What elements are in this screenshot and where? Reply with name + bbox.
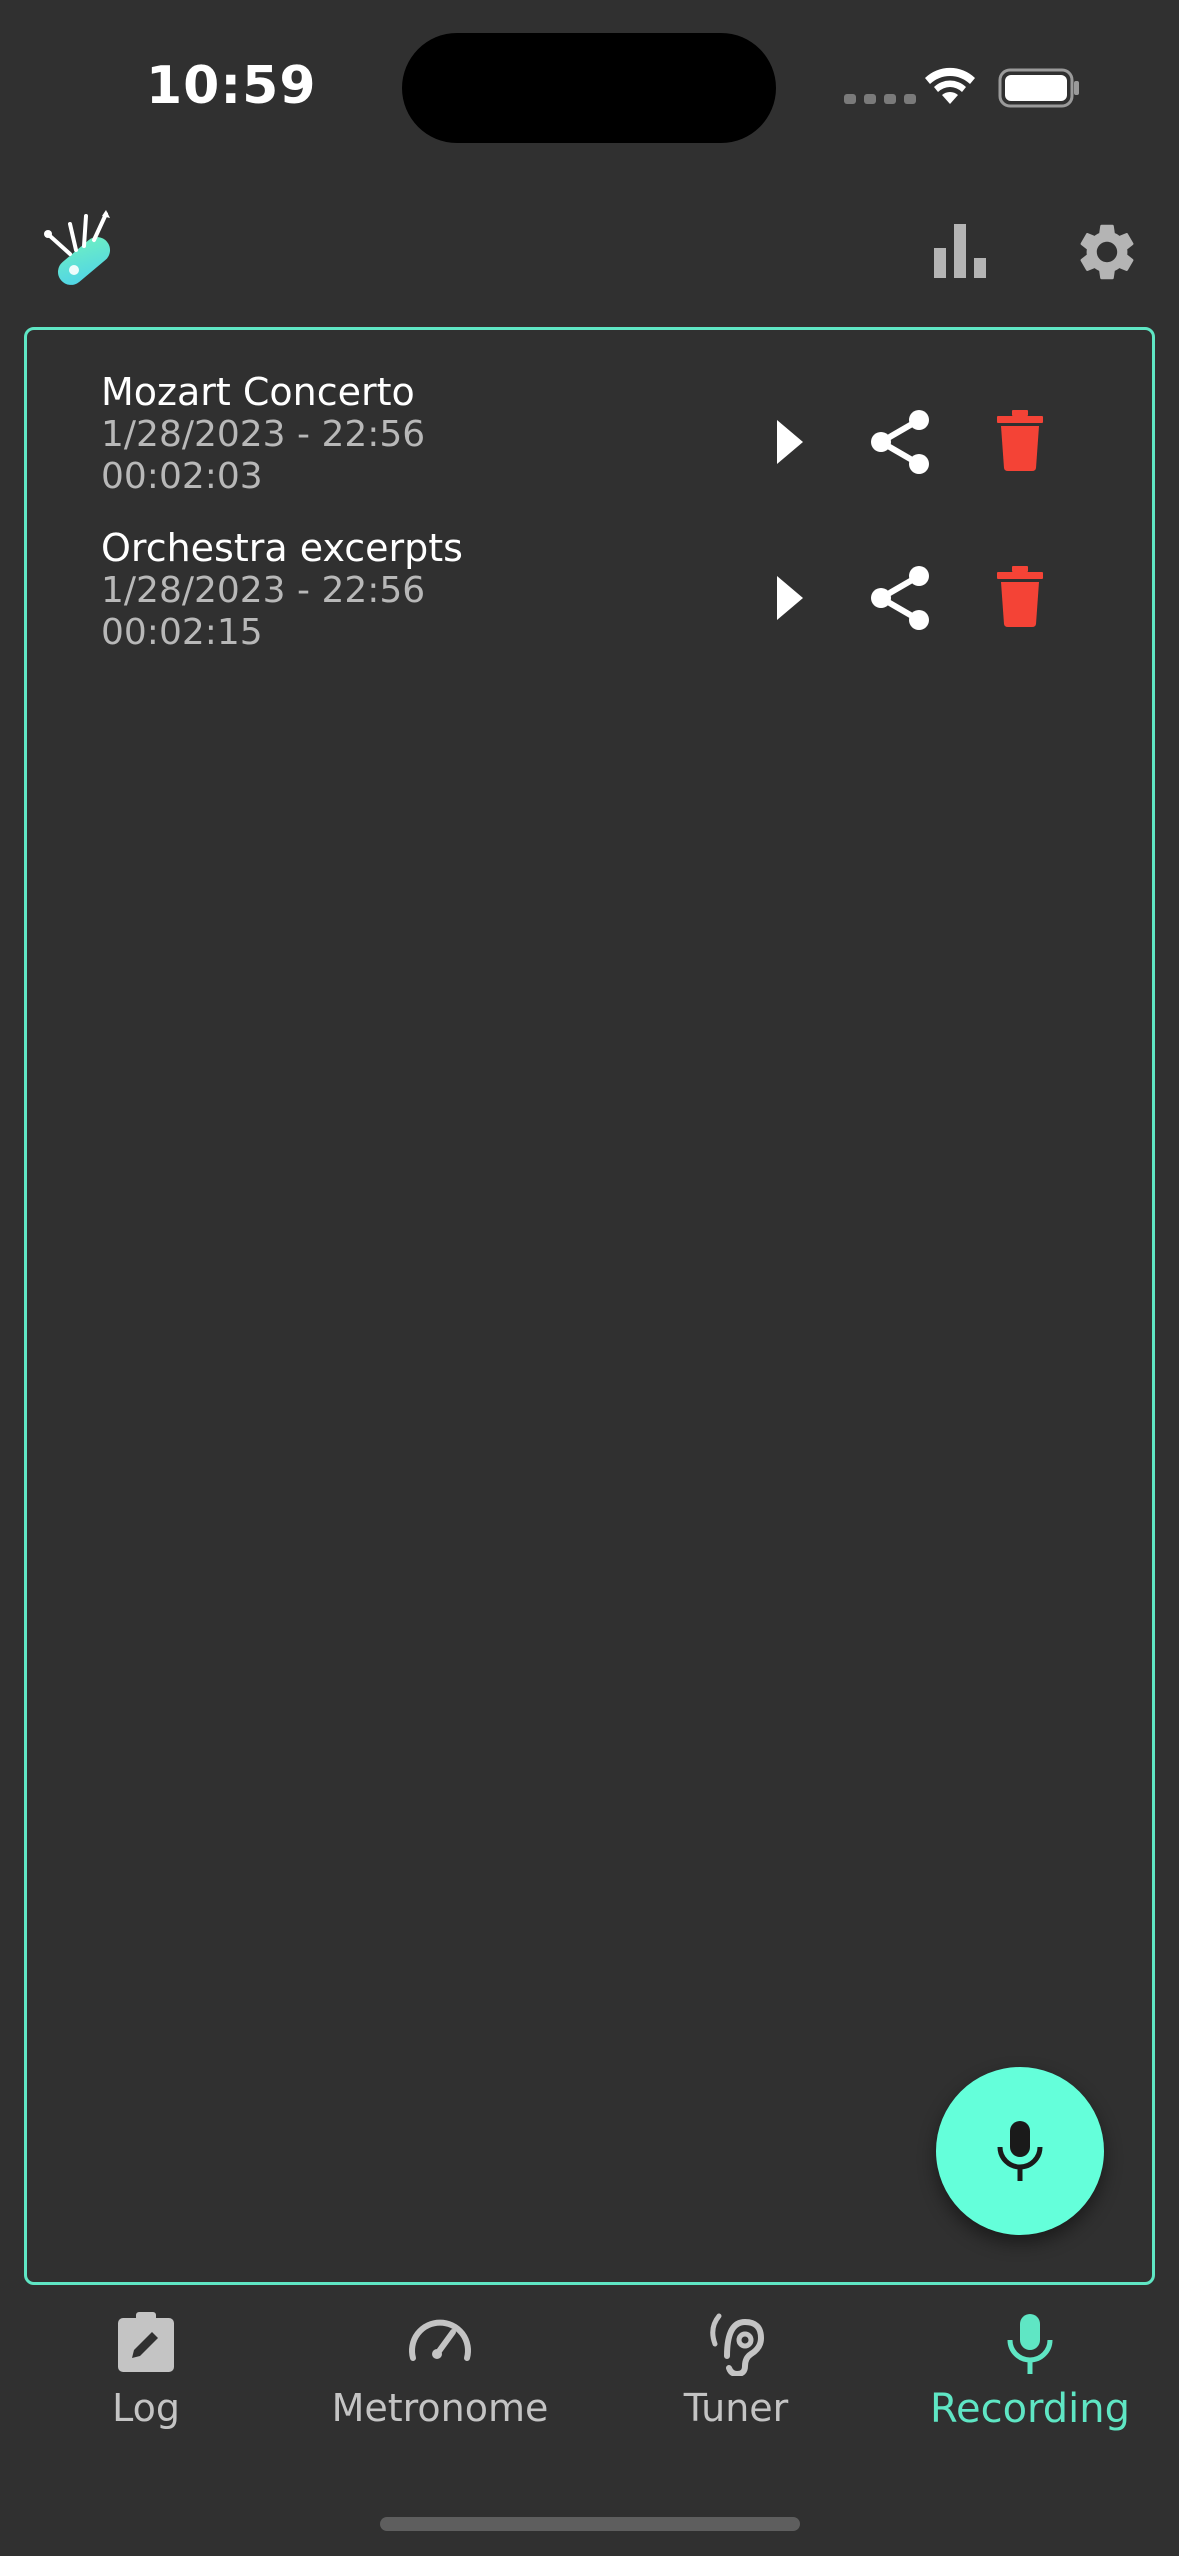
microphone-icon: [1007, 2314, 1053, 2374]
recording-date: 1/28/2023 - 22:56: [101, 414, 426, 455]
nav-label-log: Log: [112, 2386, 180, 2430]
microphone-icon: [997, 2121, 1043, 2181]
nav-item-log[interactable]: Log: [16, 2290, 276, 2450]
share-icon[interactable]: [867, 408, 933, 476]
recording-screen: 10:59 Mozart Concerto 1/28/2023 - 22:56 …: [0, 0, 1179, 2556]
recording-duration: 00:02:15: [101, 612, 263, 653]
gear-icon[interactable]: [1073, 218, 1141, 286]
bottom-navigation: Log Metronome Tuner Recording: [0, 2290, 1179, 2460]
bar-chart-icon[interactable]: [930, 218, 994, 282]
play-icon[interactable]: [769, 572, 809, 624]
status-icons: [844, 62, 1084, 112]
status-time: 10:59: [146, 56, 317, 116]
cellular-signal-icon: [844, 94, 916, 104]
recording-date: 1/28/2023 - 22:56: [101, 570, 426, 611]
delete-icon[interactable]: [995, 408, 1045, 472]
nav-item-tuner[interactable]: Tuner: [606, 2290, 866, 2450]
home-indicator[interactable]: [380, 2517, 800, 2531]
nav-item-recording[interactable]: Recording: [900, 2290, 1160, 2450]
clipboard-edit-icon: [118, 2312, 174, 2372]
dynamic-island: [402, 33, 776, 143]
recording-title: Mozart Concerto: [101, 370, 415, 414]
nav-item-metronome[interactable]: Metronome: [310, 2290, 570, 2450]
recording-title: Orchestra excerpts: [101, 526, 463, 570]
ear-icon: [710, 2313, 765, 2376]
swiss-knife-logo: [44, 210, 111, 285]
play-icon[interactable]: [769, 416, 809, 468]
delete-icon[interactable]: [995, 564, 1045, 628]
nav-label-metronome: Metronome: [331, 2386, 549, 2430]
recording-duration: 00:02:03: [101, 456, 263, 497]
recordings-list: Mozart Concerto 1/28/2023 - 22:56 00:02:…: [24, 327, 1155, 2285]
speedometer-icon: [409, 2319, 471, 2361]
battery-icon: [998, 68, 1079, 108]
record-button[interactable]: [936, 2067, 1104, 2235]
share-icon[interactable]: [867, 564, 933, 632]
recording-item[interactable]: Orchestra excerpts 1/28/2023 - 22:56 00:…: [27, 526, 1152, 676]
recording-item[interactable]: Mozart Concerto 1/28/2023 - 22:56 00:02:…: [27, 370, 1152, 520]
nav-label-recording: Recording: [929, 2386, 1131, 2432]
nav-label-tuner: Tuner: [683, 2386, 789, 2430]
wifi-icon: [925, 67, 975, 104]
